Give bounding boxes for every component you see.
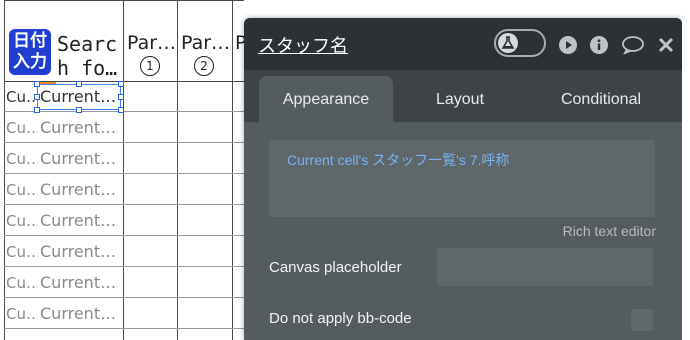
row-cell-abbrev: Cu… — [6, 274, 38, 292]
comment-icon[interactable] — [621, 35, 645, 55]
row-divider — [4, 111, 244, 112]
row-cell-current[interactable]: Current… — [40, 149, 124, 168]
row-divider — [4, 297, 244, 298]
flask-icon — [501, 36, 515, 49]
row-cell-abbrev: Cu… — [6, 150, 38, 168]
info-icon[interactable] — [589, 35, 609, 55]
row-cell-abbrev: Cu… — [6, 181, 38, 199]
row-cell-abbrev: Cu… — [6, 305, 38, 323]
row-divider — [4, 173, 244, 174]
resize-handle[interactable] — [34, 107, 40, 113]
dynamic-expression[interactable]: Current cell's スタッフ一覧's 7.呼称 — [287, 150, 509, 170]
row-divider — [4, 266, 244, 267]
header-param-1: Par… — [127, 32, 177, 54]
column-divider — [232, 0, 233, 340]
resize-handle[interactable] — [118, 81, 124, 87]
row-cell-abbrev: Cu… — [6, 243, 38, 261]
column-divider — [177, 0, 178, 340]
row-cell-abbrev: Cu… — [6, 119, 38, 137]
column-divider — [4, 0, 5, 340]
row-divider — [4, 0, 244, 1]
date-input-badge[interactable]: 日付入力 — [9, 29, 51, 75]
resize-handle[interactable] — [118, 94, 124, 100]
right-edge-area — [682, 18, 690, 340]
panel-body: Current cell's スタッフ一覧's 7.呼称 Rich text e… — [244, 122, 682, 340]
row-cell-current[interactable]: Current… — [40, 211, 124, 230]
tab-layout[interactable]: Layout — [416, 76, 504, 124]
header-param-2: Par… — [181, 32, 231, 54]
header-search-line2: h fo… — [57, 56, 118, 80]
canvas-placeholder-label: Canvas placeholder — [269, 259, 402, 276]
header-search-line1: Searc — [57, 32, 118, 56]
row-cell-current[interactable]: Current… — [40, 242, 124, 261]
row-divider — [4, 142, 244, 143]
bbcode-label: Do not apply bb-code — [269, 310, 412, 327]
close-icon[interactable] — [656, 35, 676, 55]
row-cell-current[interactable]: Current… — [40, 118, 124, 137]
panel-header: スタッフ名 — [244, 18, 682, 70]
row-cell-current[interactable]: Current… — [40, 180, 124, 199]
property-editor-panel: スタッフ名 Appearance Layout Conditional Curr… — [244, 18, 682, 340]
resize-handle[interactable] — [34, 94, 40, 100]
row-divider — [4, 235, 244, 236]
debug-toggle[interactable] — [494, 29, 546, 57]
resize-handle[interactable] — [76, 107, 82, 113]
row-divider — [4, 204, 244, 205]
row-divider — [4, 328, 244, 329]
bbcode-checkbox[interactable] — [631, 309, 653, 331]
param-1-number: 1 — [140, 56, 160, 76]
rich-text-editor[interactable]: Current cell's スタッフ一覧's 7.呼称 — [269, 140, 655, 217]
panel-tabs: Appearance Layout Conditional — [244, 70, 682, 124]
param-2-number: 2 — [194, 56, 214, 76]
row-cell-current[interactable]: Current… — [40, 273, 124, 292]
tab-conditional[interactable]: Conditional — [536, 76, 666, 124]
canvas-placeholder-input[interactable] — [437, 248, 653, 286]
rich-text-editor-caption: Rich text editor — [562, 223, 656, 239]
element-name[interactable]: スタッフ名 — [258, 32, 348, 58]
play-icon[interactable] — [558, 35, 578, 55]
row-cell-current[interactable]: Current… — [40, 304, 124, 323]
resize-handle[interactable] — [34, 81, 40, 87]
header-param-3: P — [235, 32, 244, 54]
resize-handle[interactable] — [118, 107, 124, 113]
resize-handle[interactable] — [76, 81, 82, 87]
toggle-knob — [498, 33, 518, 53]
tab-appearance[interactable]: Appearance — [259, 76, 393, 124]
row-cell-abbrev: Cu… — [6, 212, 38, 230]
